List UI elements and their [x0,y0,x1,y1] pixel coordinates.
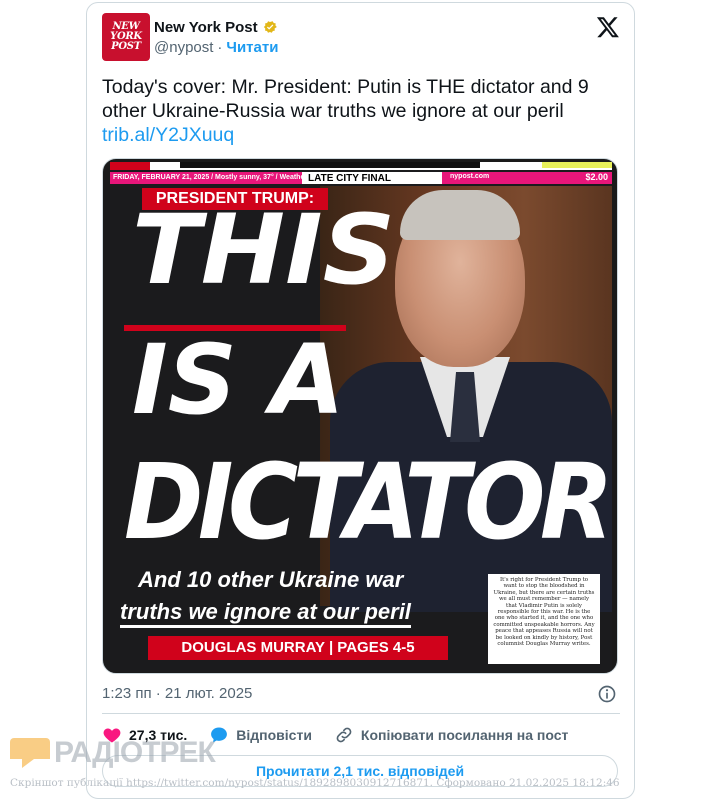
handle-row: @nypost · Читати [154,39,278,56]
newspaper-cover-image: FRIDAY, FEBRUARY 21, 2025 / Mostly sunny… [110,162,612,672]
cover-headline-3: DICTATOR [124,441,612,563]
cover-subhead-2: truths we ignore at our peril [120,599,411,628]
copy-link-button[interactable]: Копіювати посилання на пост [334,725,568,745]
reply-label: Відповісти [236,727,312,743]
radiotrek-watermark: РАДІОТРЕК [10,736,216,770]
photo-hair [400,190,520,240]
separator-dot: · [217,39,223,56]
masthead-strip [110,162,612,170]
x-logo-icon[interactable] [596,15,620,39]
cover-price: $2.00 [585,172,608,182]
divider [102,713,620,714]
screenshot-caption: Скріншот публікації https://twitter.com/… [10,777,620,789]
link-icon [336,727,352,743]
tweet-link[interactable]: trib.al/Y2JXuuq [102,123,622,147]
tweet-header: NEW YORK POST New York Post @nypost · Чи… [102,13,622,65]
radiotrek-logo-icon [10,738,50,768]
follow-link[interactable]: Читати [226,39,278,56]
reply-button[interactable]: Відповісти [209,725,312,745]
account-name-row: New York Post [154,17,278,37]
cover-headline-1: THIS [132,194,396,306]
cover-byline: DOUGLAS MURRAY | PAGES 4-5 [148,636,448,660]
cover-late-city: LATE CITY FINAL [308,173,391,184]
account-name[interactable]: New York Post [154,19,258,36]
watermark-brand: РАДІОТРЕК [54,736,216,769]
tweet-text: Today's cover: Mr. President: Putin is T… [102,76,589,122]
cover-site: nypost.com [450,173,490,180]
account-handle[interactable]: @nypost [154,39,213,56]
copy-link-label: Копіювати посилання на пост [360,727,569,743]
tweet-card: NEW YORK POST New York Post @nypost · Чи… [86,2,635,799]
cover-blurb: It's right for President Trump to want t… [488,574,600,664]
verified-badge-icon [263,21,277,33]
tweet-timestamp[interactable]: 1:23 пп · 21 лют. 2025 [102,685,252,702]
tweet-text-block: Today's cover: Mr. President: Putin is T… [102,75,622,147]
cover-subhead-1: And 10 other Ukraine war [138,567,404,592]
tweet-media[interactable]: FRIDAY, FEBRUARY 21, 2025 / Mostly sunny… [102,158,618,674]
logo-line-3: POST [111,41,141,52]
info-icon[interactable] [597,684,617,704]
cover-headline-2: IS A [132,324,345,436]
nypost-avatar[interactable]: NEW YORK POST [102,13,150,61]
